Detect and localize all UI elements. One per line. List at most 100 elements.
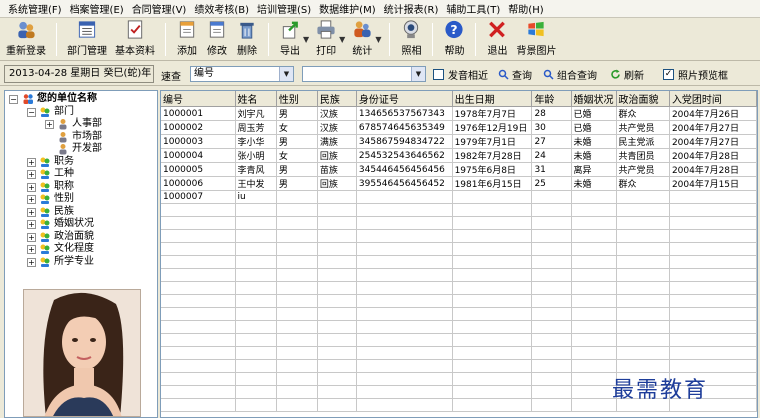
print-dropdown-icon[interactable]: ▼ xyxy=(339,35,345,44)
table-cell[interactable]: 2004年7月15日 xyxy=(669,176,757,191)
table-cell[interactable] xyxy=(161,307,236,321)
menu-training[interactable]: 培训管理(S) xyxy=(253,1,315,16)
table-cell[interactable] xyxy=(317,229,357,243)
table-cell[interactable] xyxy=(356,385,453,399)
empty-row[interactable] xyxy=(161,294,757,308)
table-row[interactable]: 1000005 李青风男苗族 345446456456456 1975年6月8日 31 离… xyxy=(161,162,757,177)
table-cell[interactable] xyxy=(531,385,572,399)
table-cell[interactable]: 张小明 xyxy=(235,148,277,163)
expand-icon[interactable]: + xyxy=(27,182,36,192)
table-cell[interactable] xyxy=(452,346,533,360)
column-header[interactable]: 编号 xyxy=(161,91,236,107)
table-cell[interactable] xyxy=(356,398,453,412)
table-cell[interactable]: 李青风 xyxy=(235,162,277,177)
table-cell[interactable] xyxy=(317,307,357,321)
table-cell[interactable] xyxy=(571,216,617,230)
tree-node-category[interactable]: + 职称 xyxy=(5,181,157,194)
tree-node-category[interactable]: + 所学专业 xyxy=(5,256,157,269)
table-cell[interactable]: 254532543646562 xyxy=(356,148,453,163)
table-cell[interactable] xyxy=(317,190,357,204)
query-button[interactable]: 查询 xyxy=(498,67,532,82)
chevron-down-icon[interactable]: ▼ xyxy=(411,67,425,81)
table-cell[interactable] xyxy=(317,346,357,360)
table-cell[interactable]: 28 xyxy=(531,106,572,121)
table-cell[interactable]: 回族 xyxy=(317,148,357,163)
empty-row[interactable] xyxy=(161,333,757,347)
table-cell[interactable]: 2004年7月28日 xyxy=(669,162,757,177)
table-cell[interactable]: 1975年6月8日 xyxy=(452,162,533,177)
table-cell[interactable] xyxy=(276,203,318,217)
table-cell[interactable] xyxy=(317,372,357,386)
table-cell[interactable] xyxy=(235,268,277,282)
empty-row[interactable] xyxy=(161,242,757,256)
chevron-down-icon[interactable]: ▼ xyxy=(279,67,293,81)
table-cell[interactable]: 女 xyxy=(276,148,318,163)
table-cell[interactable] xyxy=(161,398,236,412)
table-cell[interactable] xyxy=(356,255,453,269)
tree-node-dev-dept[interactable]: 开发部 xyxy=(5,143,157,156)
table-cell[interactable] xyxy=(276,359,318,373)
table-cell[interactable] xyxy=(452,359,533,373)
column-header[interactable]: 身份证号 xyxy=(356,91,453,107)
table-cell[interactable] xyxy=(235,203,277,217)
table-cell[interactable]: 回族 xyxy=(317,176,357,191)
table-cell[interactable] xyxy=(531,346,572,360)
tree-node-category[interactable]: + 文化程度 xyxy=(5,243,157,256)
table-cell[interactable]: 2004年7月27日 xyxy=(669,134,757,149)
table-cell[interactable]: 2004年7月28日 xyxy=(669,148,757,163)
table-cell[interactable]: 男 xyxy=(276,106,318,121)
table-cell[interactable] xyxy=(571,372,617,386)
table-cell[interactable]: 1981年6月15日 xyxy=(452,176,533,191)
column-header[interactable]: 婚姻状况 xyxy=(571,91,617,107)
table-cell[interactable]: 2004年7月27日 xyxy=(669,120,757,135)
table-cell[interactable] xyxy=(452,294,533,308)
tree-node-category[interactable]: + 婚姻状况 xyxy=(5,218,157,231)
table-cell[interactable]: 30 xyxy=(531,120,572,135)
collapse-icon[interactable]: − xyxy=(27,107,36,117)
table-cell[interactable] xyxy=(452,281,533,295)
table-cell[interactable]: 1978年7月7日 xyxy=(452,106,533,121)
table-cell[interactable] xyxy=(571,346,617,360)
empty-row[interactable] xyxy=(161,268,757,282)
table-cell[interactable]: 未婚 xyxy=(571,176,617,191)
table-cell[interactable]: 王中发 xyxy=(235,176,277,191)
table-cell[interactable]: 已婚 xyxy=(571,106,617,121)
table-cell[interactable] xyxy=(317,268,357,282)
column-header[interactable]: 政治面貌 xyxy=(616,91,670,107)
table-cell[interactable] xyxy=(531,268,572,282)
table-cell[interactable] xyxy=(356,294,453,308)
table-cell[interactable] xyxy=(669,346,757,360)
table-cell[interactable] xyxy=(356,281,453,295)
table-cell[interactable] xyxy=(452,216,533,230)
tree-root[interactable]: − 您的单位名称 xyxy=(5,93,157,106)
table-cell[interactable] xyxy=(616,294,670,308)
table-cell[interactable] xyxy=(161,372,236,386)
table-cell[interactable] xyxy=(276,255,318,269)
column-header[interactable]: 年龄 xyxy=(531,91,572,107)
table-cell[interactable] xyxy=(531,320,572,334)
expand-icon[interactable]: + xyxy=(27,257,36,267)
empty-row[interactable] xyxy=(161,229,757,243)
refresh-button[interactable]: 刷新 xyxy=(610,67,644,82)
table-cell[interactable] xyxy=(531,372,572,386)
table-cell[interactable]: 群众 xyxy=(616,106,670,121)
tree-node-dept[interactable]: − 部门 xyxy=(5,106,157,119)
table-cell[interactable] xyxy=(276,398,318,412)
table-cell[interactable] xyxy=(571,242,617,256)
table-cell[interactable] xyxy=(161,242,236,256)
table-cell[interactable]: 满族 xyxy=(317,134,357,149)
table-cell[interactable] xyxy=(235,281,277,295)
table-row[interactable]: 1000002 周玉芳女汉族 678574645635349 1976年12月19日 3… xyxy=(161,120,757,135)
table-cell[interactable] xyxy=(616,333,670,347)
table-cell[interactable] xyxy=(356,346,453,360)
table-cell[interactable]: 男 xyxy=(276,176,318,191)
relogin-button[interactable]: 重新登录 xyxy=(2,19,50,60)
expand-icon[interactable]: + xyxy=(45,120,54,129)
table-cell[interactable]: 345867594834722 xyxy=(356,134,453,149)
table-cell[interactable] xyxy=(276,307,318,321)
table-cell[interactable]: 31 xyxy=(531,162,572,177)
table-cell[interactable] xyxy=(571,359,617,373)
table-cell[interactable]: 汉族 xyxy=(317,120,357,135)
table-cell[interactable]: 2004年7月26日 xyxy=(669,106,757,121)
table-cell[interactable] xyxy=(669,203,757,217)
